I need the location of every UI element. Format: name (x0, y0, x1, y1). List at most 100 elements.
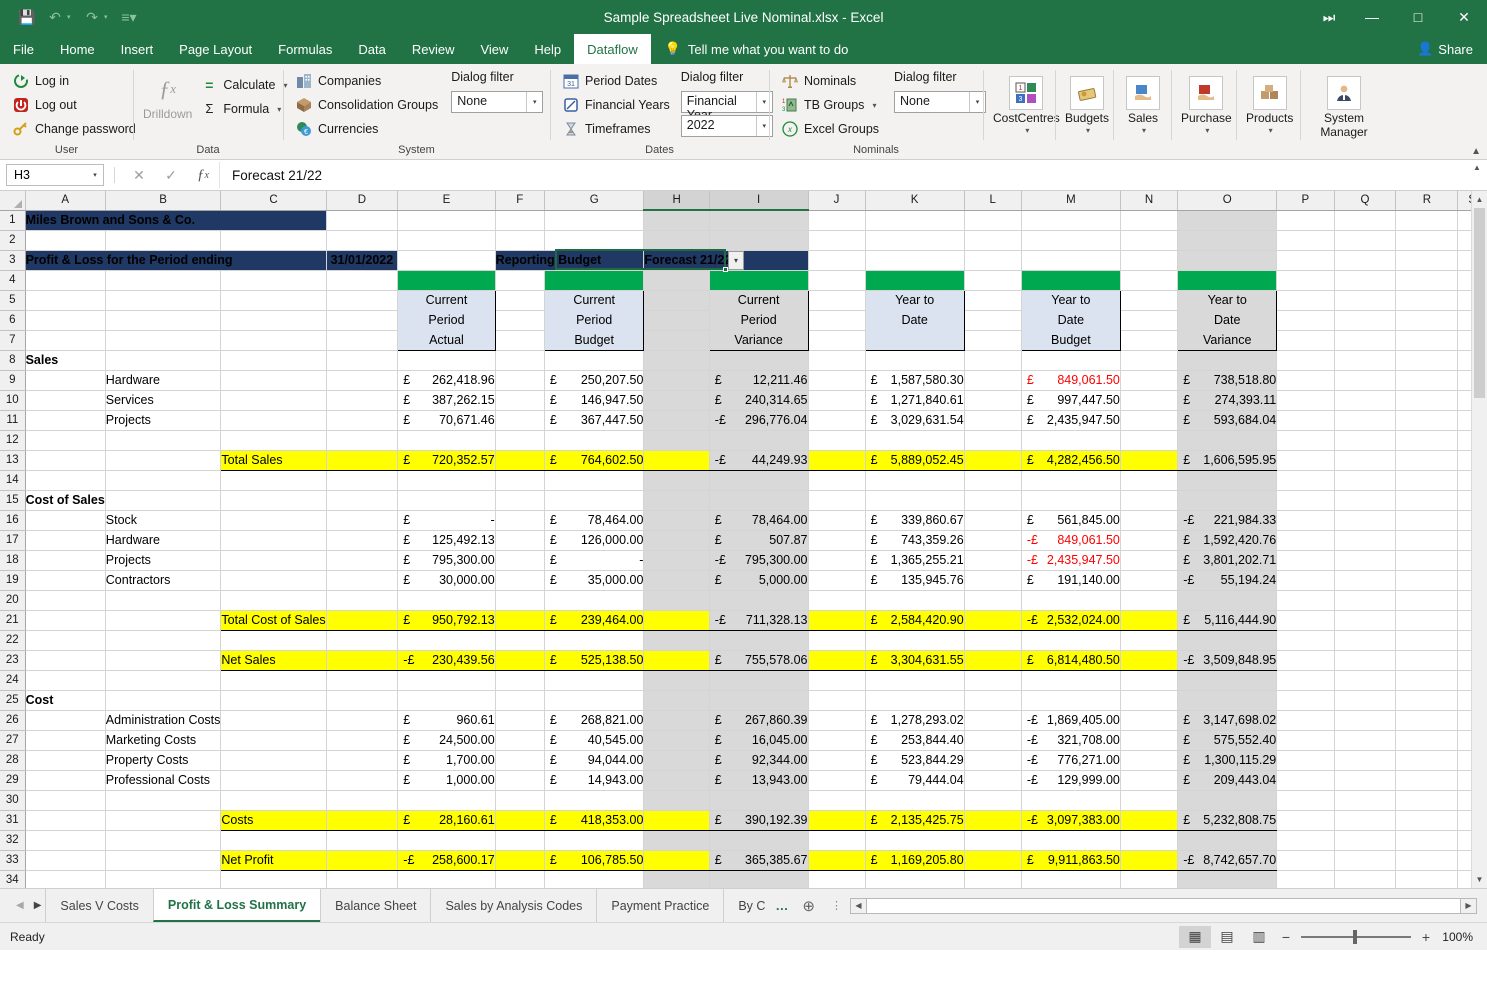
grid-cell[interactable] (397, 430, 496, 451)
grid-cell[interactable] (808, 710, 866, 731)
grid-cell[interactable]: Net Profit (220, 849, 327, 871)
grid-cell[interactable] (808, 570, 866, 591)
grid-cell[interactable]: Marketing Costs (105, 730, 222, 751)
grid-cell[interactable] (1334, 690, 1397, 711)
grid-cell[interactable] (1334, 270, 1397, 291)
excel-groups-button[interactable]: x Excel Groups (779, 118, 882, 140)
grid-cell[interactable] (709, 210, 809, 231)
grid-cell[interactable]: Contractors (105, 570, 222, 591)
grid-cell[interactable]: £135,945.76 (865, 570, 965, 591)
customize-quick-access-icon[interactable]: ≡▾ (116, 5, 142, 29)
grid-cell[interactable] (105, 290, 222, 311)
grid-cell[interactable]: Property Costs (105, 750, 222, 771)
next-sheet-icon[interactable]: ▶ (34, 900, 42, 911)
grid-cell[interactable] (495, 390, 545, 411)
horizontal-scroll-track[interactable] (867, 897, 1460, 914)
grid-cell[interactable] (643, 690, 710, 711)
grid-cell[interactable]: Total Sales (220, 449, 327, 471)
grid-cell[interactable]: £1,000.00 (397, 770, 496, 791)
grid-cell[interactable] (643, 510, 710, 531)
grid-cell[interactable] (1120, 809, 1179, 831)
grid-cell[interactable] (1021, 230, 1121, 251)
grid-cell[interactable] (544, 270, 645, 291)
grid-cell[interactable] (1395, 850, 1459, 871)
grid-cell[interactable]: £2,135,425.75 (865, 809, 965, 831)
budgets-chevron-down-icon[interactable]: ▾ (1086, 126, 1090, 135)
consolidation-groups-button[interactable]: Consolidation Groups (293, 94, 441, 116)
grid-cell[interactable] (220, 630, 327, 651)
sheet-tab-by-c[interactable]: By C (723, 889, 769, 922)
grid-cell[interactable]: -£ 296,776.04 (709, 410, 809, 431)
grid-cell[interactable] (25, 610, 106, 631)
grid-cell[interactable] (25, 310, 106, 331)
grid-cell[interactable] (964, 630, 1022, 651)
grid-cell[interactable] (495, 670, 545, 691)
grid-cell[interactable] (326, 510, 399, 531)
grid-cell[interactable] (1177, 670, 1278, 691)
grid-cell[interactable] (1021, 790, 1121, 811)
grid-cell[interactable]: £720,352.57 (397, 449, 496, 471)
grid-cell[interactable] (326, 790, 399, 811)
grid-cell[interactable] (495, 809, 545, 831)
grid-cell[interactable]: £239,464.00 (544, 609, 645, 631)
grid-cell[interactable]: £12,211.46 (709, 370, 809, 391)
grid-cell[interactable]: £3,801,202.71 (1177, 550, 1278, 571)
grid-cell[interactable] (220, 350, 327, 371)
grid-cell[interactable] (643, 270, 710, 291)
grid-cell[interactable] (544, 590, 645, 611)
grid-cell[interactable] (495, 530, 545, 551)
grid-cell[interactable] (1334, 530, 1397, 551)
grid-cell[interactable] (808, 510, 866, 531)
grid-cell[interactable] (1276, 610, 1335, 631)
grid-cell[interactable] (1177, 430, 1278, 451)
column-header-n[interactable]: N (1120, 191, 1179, 211)
grid-cell[interactable]: £1,606,595.95 (1177, 449, 1278, 471)
column-header-g[interactable]: G (544, 191, 645, 211)
grid-cell[interactable]: £146,947.50 (544, 390, 645, 411)
grid-cell[interactable]: Variance (708, 330, 809, 351)
grid-cell[interactable] (643, 470, 710, 491)
grid-cell[interactable]: £70,671.46 (397, 410, 496, 431)
ribbon-tab-formulas[interactable]: Formulas (265, 34, 345, 64)
grid-cell[interactable] (808, 449, 866, 471)
grid-cell[interactable]: Projects (105, 550, 222, 571)
grid-cell[interactable] (25, 430, 106, 451)
grid-cell[interactable]: £24,500.00 (397, 730, 496, 751)
grid-cell[interactable] (326, 649, 399, 671)
grid-cell[interactable] (105, 590, 222, 611)
grid-cell[interactable] (865, 830, 965, 851)
grid-cell[interactable] (1120, 830, 1179, 851)
grid-cell[interactable] (964, 849, 1022, 871)
grid-cell[interactable]: -£ 230,439.56 (397, 649, 496, 671)
grid-cell[interactable] (1334, 250, 1397, 271)
grid-cell[interactable] (495, 830, 545, 851)
grid-cell[interactable] (326, 370, 399, 391)
grid-cell[interactable] (643, 530, 710, 551)
grid-cell[interactable]: Reporting Budget (495, 250, 645, 271)
grid-cell[interactable]: £593,684.04 (1177, 410, 1278, 431)
grid-cell[interactable] (1395, 450, 1459, 471)
grid-cell[interactable]: £367,447.50 (544, 410, 645, 431)
grid-cell[interactable] (326, 490, 399, 511)
row-header-18[interactable]: 18 (0, 550, 26, 571)
grid-cell[interactable]: £755,578.06 (709, 649, 809, 671)
grid-cell[interactable] (25, 730, 106, 751)
column-header-m[interactable]: M (1021, 191, 1121, 211)
grid-cell[interactable] (220, 570, 327, 591)
grid-cell[interactable] (397, 250, 496, 271)
grid-cell[interactable] (544, 210, 645, 231)
grid-cell[interactable] (326, 550, 399, 571)
grid-cell[interactable] (1276, 670, 1335, 691)
grid-cell[interactable] (1021, 590, 1121, 611)
grid-cell[interactable] (865, 430, 965, 451)
grid-cell[interactable]: £507.87 (709, 530, 809, 551)
grid-cell[interactable] (808, 490, 866, 511)
grid-cell[interactable] (1395, 810, 1459, 831)
row-header-30[interactable]: 30 (0, 790, 26, 811)
grid-cell[interactable]: £240,314.65 (709, 390, 809, 411)
grid-cell[interactable] (1120, 530, 1179, 551)
grid-cell[interactable] (495, 550, 545, 571)
grid-cell[interactable]: £849,061.50 (1021, 370, 1121, 391)
grid-cell[interactable] (495, 590, 545, 611)
grid-cell[interactable]: £997,447.50 (1021, 390, 1121, 411)
